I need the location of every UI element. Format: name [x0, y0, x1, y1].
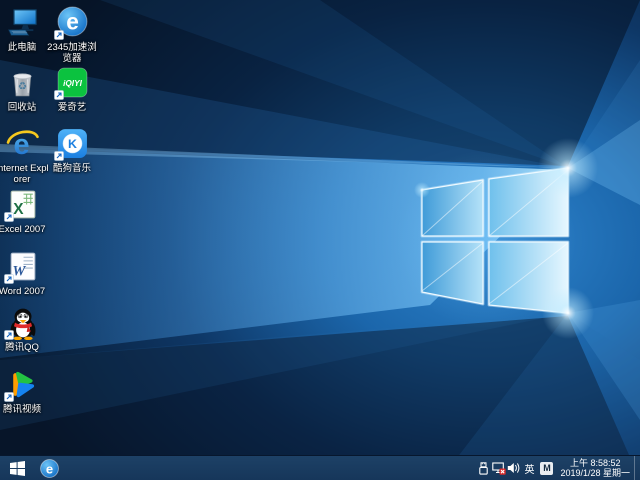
volume-tray-icon[interactable]: [506, 456, 521, 480]
svg-text:X: X: [13, 201, 24, 218]
browser-2345-taskbar-icon: e: [40, 459, 59, 478]
taskbar-browser-2345-button[interactable]: e: [34, 456, 64, 480]
windows-logo: [422, 168, 568, 313]
recycle-bin-icon: ♻: [6, 66, 39, 99]
desktop-icon-label: 腾讯QQ: [5, 342, 39, 353]
svg-text:iQIYI: iQIYI: [63, 79, 83, 88]
internet-explorer-icon: e: [6, 127, 39, 160]
windows-logo-icon: [10, 461, 25, 476]
ime-language-indicator[interactable]: 英: [521, 461, 537, 476]
shortcut-arrow-icon: [54, 151, 64, 161]
browser-2345-icon: e: [56, 6, 89, 39]
svg-text:W: W: [12, 263, 26, 279]
desktop-icon-recycle-bin[interactable]: ♻ 回收站: [0, 66, 50, 113]
taskbar: e 英 M 上午: [0, 455, 640, 480]
desktop-icon-this-pc[interactable]: 此电脑: [0, 6, 50, 53]
kugou-music-icon: K: [56, 127, 89, 160]
iqiyi-icon: iQIYI: [56, 66, 89, 99]
svg-text:e: e: [66, 9, 79, 35]
shortcut-arrow-icon: [4, 212, 14, 222]
desktop-icon-excel-2007[interactable]: X Excel 2007: [0, 188, 50, 235]
desktop-icon-label: Internet Explorer: [0, 163, 50, 185]
desktop-icon-word-2007[interactable]: W Word 2007: [0, 250, 50, 297]
desktop-icon-label: 酷狗音乐: [53, 163, 91, 174]
shortcut-arrow-icon: [54, 90, 64, 100]
tencent-qq-icon: [6, 306, 39, 339]
system-tray: 英 M 上午 8:58:52 2019/1/28 星期一: [476, 456, 640, 480]
ime-mode-icon[interactable]: M: [540, 462, 553, 475]
desktop-icon-label: 2345加速浏览器: [44, 42, 100, 64]
desktop-icon-kugou-music[interactable]: K 酷狗音乐: [44, 127, 100, 174]
excel-2007-icon: X: [6, 188, 39, 221]
this-pc-icon: [6, 6, 39, 39]
desktop-icon-tencent-video[interactable]: 腾讯视频: [0, 368, 50, 415]
svg-text:e: e: [45, 461, 52, 476]
start-button[interactable]: [0, 456, 34, 480]
desktop-icon-label: 回收站: [8, 102, 37, 113]
shortcut-arrow-icon: [4, 330, 14, 340]
shortcut-arrow-icon: [4, 274, 14, 284]
show-desktop-button[interactable]: [634, 456, 640, 480]
word-2007-icon: W: [6, 250, 39, 283]
taskbar-left: e: [0, 456, 64, 480]
desktop-icon-label: 爱奇艺: [58, 102, 87, 113]
clock-date: 2019/1/28 星期一: [560, 468, 630, 479]
desktop-icon-label: 腾讯视频: [3, 404, 41, 415]
shortcut-arrow-icon: [54, 30, 64, 40]
svg-text:♻: ♻: [17, 81, 26, 93]
usb-device-tray-icon[interactable]: [476, 456, 491, 480]
taskbar-clock[interactable]: 上午 8:58:52 2019/1/28 星期一: [560, 458, 630, 479]
desktop-icon-browser-2345[interactable]: e 2345加速浏览器: [44, 6, 100, 64]
shortcut-arrow-icon: [4, 392, 14, 402]
clock-time: 上午 8:58:52: [560, 458, 630, 469]
desktop-icon-label: Word 2007: [0, 286, 45, 297]
windows-desktop: { "wallpaper": { "name": "windows-10-her…: [0, 0, 640, 480]
desktop-icon-internet-explorer[interactable]: e Internet Explorer: [0, 127, 50, 185]
desktop-icon-iqiyi[interactable]: iQIYI 爱奇艺: [44, 66, 100, 113]
desktop-icon-label: Excel 2007: [0, 224, 46, 235]
svg-text:K: K: [68, 137, 77, 151]
desktop-icon-tencent-qq[interactable]: 腾讯QQ: [0, 306, 50, 353]
desktop-icon-label: 此电脑: [8, 42, 37, 53]
network-disconnected-tray-icon[interactable]: [491, 456, 506, 480]
tencent-video-icon: [6, 368, 39, 401]
